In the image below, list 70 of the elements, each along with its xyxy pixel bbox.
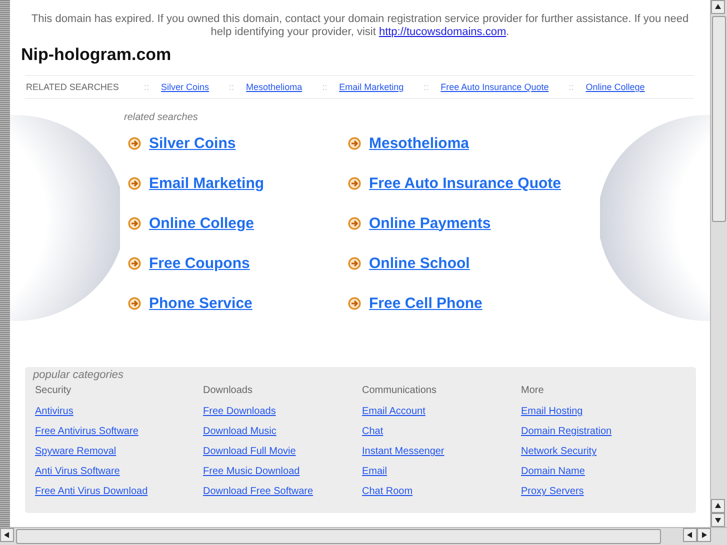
category-title: Communications [362,385,438,396]
separator: :: [322,82,328,92]
search-link[interactable]: Email Marketing [149,174,264,192]
scroll-thumb[interactable] [16,529,661,544]
category-link[interactable]: Free Anti Virus Download [35,486,203,499]
category-link[interactable]: Network Security [521,446,688,459]
search-link[interactable]: Online School [369,254,470,272]
section-heading: related searches [124,112,199,123]
scroll-up-icon[interactable] [711,499,725,513]
arrow-circle-icon [348,296,361,310]
search-link[interactable]: Phone Service [149,294,252,312]
scroll-down-icon[interactable] [711,513,725,527]
arrow-circle-icon [348,216,361,230]
search-link[interactable]: Silver Coins [149,134,236,152]
separator: :: [568,82,574,92]
search-link[interactable]: Online College [149,214,254,232]
category-link[interactable]: Chat Room [362,486,521,499]
arrow-circle-icon [348,256,361,270]
separator: :: [229,82,234,92]
category-title: Security [35,385,72,396]
category-title: Downloads [203,385,254,396]
category-title: More [521,385,545,396]
category-link[interactable]: Download Free Software [203,486,362,499]
category-link[interactable]: Email Hosting [521,406,688,419]
category-link[interactable]: Chat [362,426,521,439]
search-link[interactable]: Free Auto Insurance Quote [440,82,549,92]
scroll-left-icon[interactable] [0,528,14,542]
scroll-left-icon[interactable] [683,528,697,542]
vertical-scrollbar[interactable] [710,0,727,527]
arrow-circle-icon [348,136,361,150]
category-link[interactable]: Free Downloads [203,406,362,419]
category-link[interactable]: Email Account [362,406,521,419]
scroll-up-icon[interactable] [711,0,725,14]
category-link[interactable]: Proxy Servers [521,486,688,499]
category-link[interactable]: Free Music Download [203,466,362,479]
search-link[interactable]: Free Coupons [149,254,250,272]
category-link[interactable]: Instant Messenger [362,446,521,459]
category-link[interactable]: Download Full Movie [203,446,362,459]
category-link[interactable]: Email [362,466,521,479]
arrow-circle-icon [128,296,141,310]
search-link[interactable]: Free Cell Phone [369,294,482,312]
category-link[interactable]: Antivirus [35,406,203,419]
search-link[interactable]: Online Payments [369,214,491,232]
search-link[interactable]: Silver Coins [161,82,210,92]
provider-link[interactable]: http://tucowsdomains.com [378,26,506,38]
search-link[interactable]: Mesothelioma [246,82,302,92]
arrow-circle-icon [128,216,141,230]
category-link[interactable]: Free Antivirus Software [35,426,203,439]
category-link[interactable]: Domain Registration [521,426,688,439]
search-link[interactable]: Free Auto Insurance Quote [369,174,561,192]
category-link[interactable]: Anti Virus Software [35,466,203,479]
search-link[interactable]: Mesothelioma [369,134,470,152]
separator: :: [424,82,429,92]
arrow-circle-icon [128,136,141,150]
category-link[interactable]: Domain Name [521,466,688,479]
category-link[interactable]: Spyware Removal [35,446,203,459]
arrow-circle-icon [348,176,361,190]
scroll-thumb[interactable] [712,16,726,222]
site-title: Nip-hologram.com [21,45,172,65]
section-heading: popular categories [33,369,125,381]
search-link[interactable]: Online College [586,82,645,92]
expired-notice: This domain has expired. If you owned this domain, contact your domain registration service provider for further assistance. If you need help identifying your provider, visit http://tucowsdomains.com. [30,13,690,39]
separator: :: [144,82,150,92]
category-link[interactable]: Download Music [203,426,362,439]
search-link[interactable]: Email Marketing [339,82,404,92]
arrow-circle-icon [128,176,141,190]
horizontal-scrollbar[interactable] [0,527,727,545]
bar-label: RELATED SEARCHES [25,82,120,92]
scroll-right-icon[interactable] [697,528,711,542]
arrow-circle-icon [128,256,141,270]
